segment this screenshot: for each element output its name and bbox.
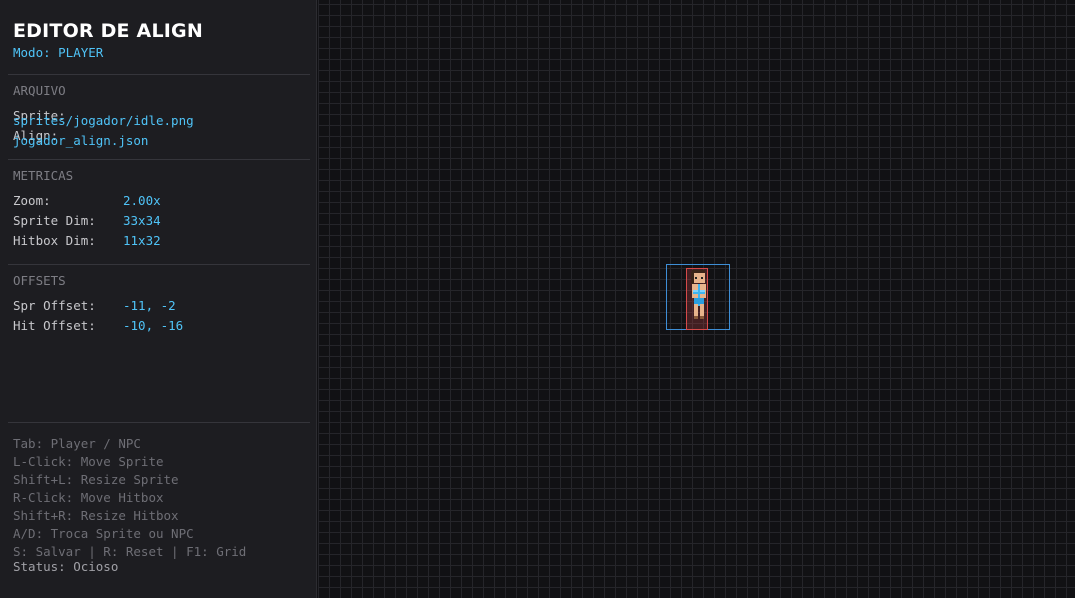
section-title-metricas: METRICAS — [13, 168, 74, 183]
sidebar-panel: EDITOR DE ALIGN Modo: PLAYER ARQUIVO Spr… — [0, 0, 317, 598]
metric-label-hitbox-dim: Hitbox Dim: — [13, 233, 96, 248]
section-title-offsets: OFFSETS — [13, 273, 66, 288]
section-title-arquivo: ARQUIVO — [13, 83, 66, 98]
help-line-rclick: R-Click: Move Hitbox — [13, 490, 164, 505]
divider — [8, 264, 310, 265]
offset-value-sprite: -11, -2 — [123, 298, 176, 313]
status-text: Status: Ocioso — [13, 559, 119, 574]
metric-value-hitbox-dim: 11x32 — [123, 233, 161, 248]
metric-value-sprite-dim: 33x34 — [123, 213, 161, 228]
player-sprite[interactable] — [684, 266, 714, 330]
metric-label-sprite-dim: Sprite Dim: — [13, 213, 96, 228]
help-line-shift-l: Shift+L: Resize Sprite — [13, 472, 179, 487]
editor-canvas[interactable] — [318, 0, 1075, 598]
align-path: jogador_align.json — [13, 133, 149, 148]
metric-label-zoom: Zoom: — [13, 193, 51, 208]
help-line-lclick: L-Click: Move Sprite — [13, 454, 164, 469]
offset-value-hitbox: -10, -16 — [123, 318, 184, 333]
divider — [8, 422, 310, 423]
page-title: EDITOR DE ALIGN — [13, 20, 203, 42]
offset-label-hitbox: Hit Offset: — [13, 318, 96, 333]
sprite-path: sprites/jogador/idle.png — [13, 113, 194, 128]
align-editor-app: EDITOR DE ALIGN Modo: PLAYER ARQUIVO Spr… — [0, 0, 1075, 598]
mode-indicator: Modo: PLAYER — [13, 45, 104, 60]
help-line-shift-r: Shift+R: Resize Hitbox — [13, 508, 179, 523]
offset-label-sprite: Spr Offset: — [13, 298, 96, 313]
help-line-save-reset-grid: S: Salvar | R: Reset | F1: Grid — [13, 544, 247, 559]
metric-value-zoom: 2.00x — [123, 193, 161, 208]
help-line-tab: Tab: Player / NPC — [13, 436, 141, 451]
divider — [8, 159, 310, 160]
help-line-ad: A/D: Troca Sprite ou NPC — [13, 526, 194, 541]
divider — [8, 74, 310, 75]
